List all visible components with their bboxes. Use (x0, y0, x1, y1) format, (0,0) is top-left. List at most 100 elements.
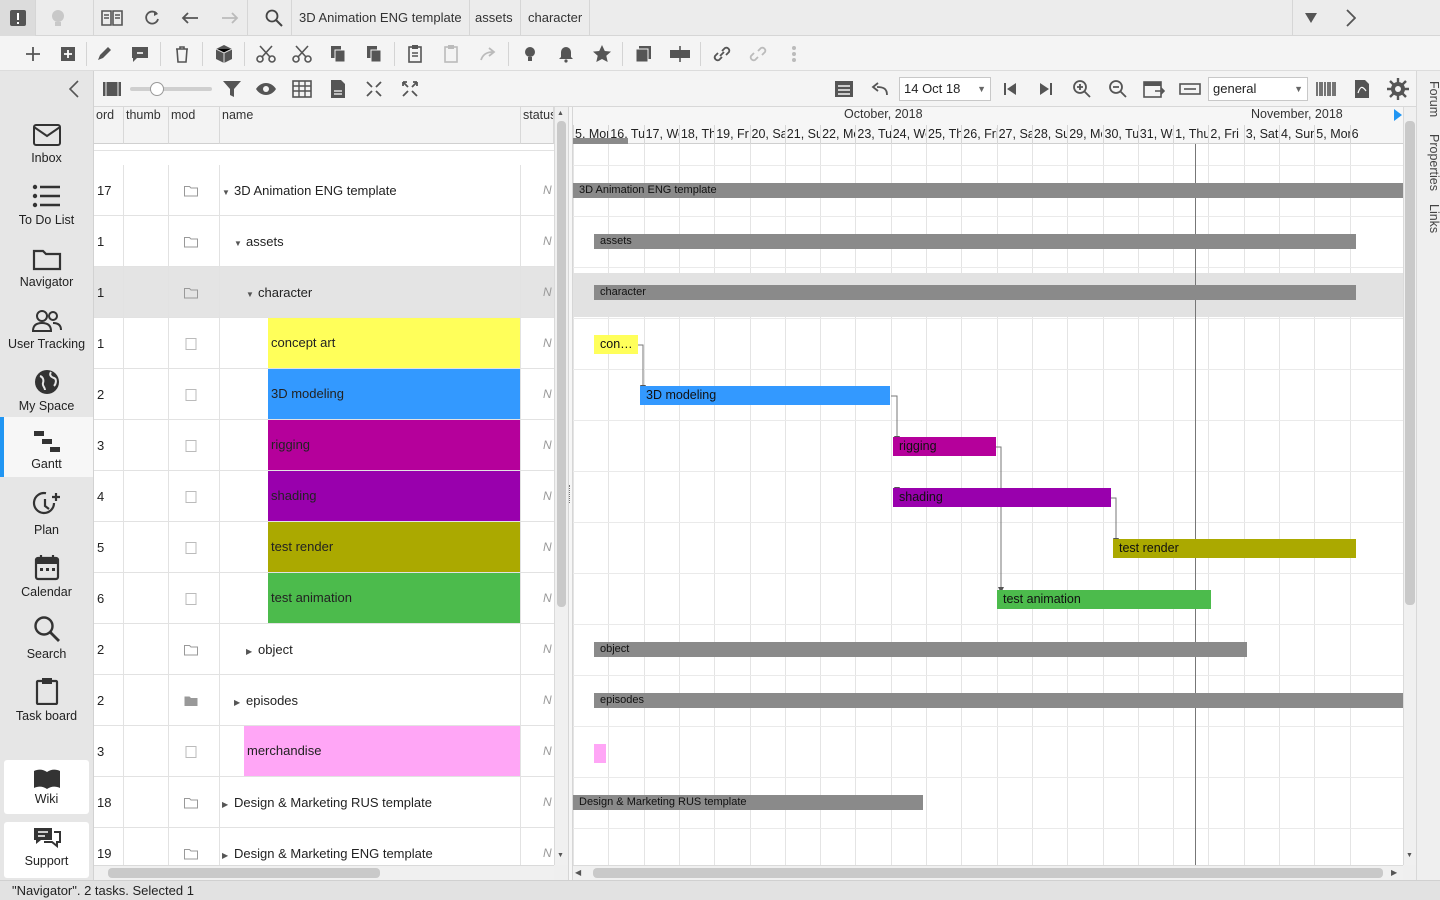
collapse-toggle-icon[interactable]: ▶ (234, 677, 240, 726)
table-row[interactable] (94, 144, 554, 151)
move-icon[interactable] (666, 40, 694, 68)
zoom-out-icon[interactable] (1104, 75, 1132, 103)
table-row[interactable]: 1 concept art N (94, 318, 554, 369)
grid-horizontal-scroll-thumb[interactable] (108, 868, 380, 878)
paste-link-icon[interactable] (438, 40, 466, 68)
gantt-summary-bar[interactable]: episodes (594, 693, 1403, 708)
gantt-summary-bar[interactable]: assets (594, 234, 1356, 249)
star-icon[interactable] (588, 40, 616, 68)
support-button[interactable]: Support (4, 822, 89, 878)
view-preset-select[interactable]: general ▼ (1208, 77, 1308, 101)
breadcrumb-item[interactable]: 3D Animation ENG template (292, 0, 470, 36)
collapse-toggle-icon[interactable]: ▶ (246, 626, 252, 675)
gantt-task-bar[interactable]: test render (1113, 539, 1356, 558)
gantt-vertical-scrollbar[interactable]: ▼ (1403, 107, 1416, 865)
table-row[interactable]: 2 ▶ episodes N (94, 675, 554, 726)
gantt-task-bar[interactable]: 3D modeling (640, 386, 890, 405)
scroll-right-icon[interactable]: ▶ (1391, 868, 1399, 878)
export-pdf-icon[interactable] (1348, 75, 1376, 103)
sidebar-item-to-do-list[interactable]: To Do List (0, 173, 93, 235)
collapse-toggle-icon[interactable]: ▶ (222, 830, 228, 865)
column-header-status[interactable]: status (521, 107, 554, 144)
gantt-task-bar[interactable]: shading (893, 488, 1111, 507)
table-row[interactable]: 17 ▼ 3D Animation ENG template N (94, 165, 554, 216)
sidebar-item-calendar[interactable]: Calendar (0, 545, 93, 607)
add-icon[interactable] (19, 40, 47, 68)
sidebar-item-my-space[interactable]: My Space (0, 359, 93, 421)
grid-vertical-scrollbar[interactable]: ▲ ▼ (554, 107, 568, 865)
gantt-task-bar[interactable] (594, 744, 606, 763)
copy-link-icon[interactable] (360, 40, 388, 68)
gantt-summary-bar[interactable]: object (594, 642, 1247, 657)
gantt-summary-bar[interactable]: Design & Marketing RUS template (573, 795, 923, 810)
zoom-slider-handle[interactable] (150, 82, 164, 96)
breadcrumb-item[interactable]: assets (468, 0, 521, 36)
gantt-task-bar[interactable]: rigging (893, 437, 996, 456)
history-dropdown-icon[interactable] (1292, 0, 1328, 36)
grid-horizontal-scrollbar[interactable] (94, 865, 554, 880)
summary-list-icon[interactable] (830, 75, 858, 103)
date-picker[interactable]: 14 Oct 18 ▼ (899, 77, 991, 101)
grid-icon[interactable] (288, 75, 316, 103)
table-row[interactable]: 19 ▶ Design & Marketing ENG template N (94, 828, 554, 865)
edit-icon[interactable] (90, 40, 118, 68)
copy-icon[interactable] (324, 40, 352, 68)
task-name[interactable]: Design & Marketing ENG template (234, 846, 433, 861)
eye-icon[interactable] (252, 75, 280, 103)
skip-forward-icon[interactable] (1032, 75, 1060, 103)
task-name[interactable]: character (258, 285, 312, 300)
export-xls-icon[interactable] (324, 75, 352, 103)
gantt-task-bar[interactable]: test animation (997, 590, 1211, 609)
paste-icon[interactable] (402, 40, 430, 68)
tab-links[interactable]: Links (1417, 201, 1440, 237)
scroll-left-icon[interactable]: ◀ (575, 868, 583, 878)
table-row[interactable]: 5 test render N (94, 522, 554, 573)
task-name[interactable]: assets (246, 234, 284, 249)
cut-icon[interactable] (252, 40, 280, 68)
task-name[interactable]: merchandise (244, 726, 520, 776)
expand-icon[interactable] (396, 75, 424, 103)
collapse-icon[interactable] (360, 75, 388, 103)
table-row[interactable]: 2 3D modeling N (94, 369, 554, 420)
collapse-toggle-icon[interactable]: ▶ (222, 779, 228, 828)
expand-toggle-icon[interactable]: ▼ (222, 167, 230, 216)
expand-toggle-icon[interactable]: ▼ (234, 218, 242, 267)
tab-forum[interactable]: Forum (1417, 77, 1440, 121)
trash-icon[interactable] (168, 40, 196, 68)
table-row[interactable]: 3 merchandise N (94, 726, 554, 777)
redo-icon[interactable] (474, 40, 502, 68)
wiki-button[interactable]: Wiki (4, 760, 89, 814)
cube-icon[interactable] (210, 40, 238, 68)
gantt-vertical-scroll-thumb[interactable] (1405, 121, 1415, 605)
add-subtask-icon[interactable] (54, 40, 82, 68)
task-name[interactable]: episodes (246, 693, 298, 708)
unlink-icon[interactable] (744, 40, 772, 68)
zoom-in-icon[interactable] (1068, 75, 1096, 103)
alert-icon[interactable] (0, 0, 36, 36)
sidebar-item-plan[interactable]: Plan (0, 483, 93, 545)
table-row[interactable]: 1 ▼ character N (94, 267, 554, 318)
settings-gear-icon[interactable] (1384, 75, 1412, 103)
gantt-summary-bar[interactable]: 3D Animation ENG template (573, 183, 1403, 198)
task-name[interactable]: concept art (268, 318, 520, 368)
search-icon[interactable] (256, 0, 292, 36)
back-arrow-icon[interactable] (172, 0, 208, 36)
table-row[interactable]: 4 shading N (94, 471, 554, 522)
task-name[interactable]: shading (268, 471, 520, 521)
alarm-icon[interactable] (552, 40, 580, 68)
calendar-goto-icon[interactable] (1140, 75, 1168, 103)
scroll-down-icon[interactable]: ▼ (1406, 852, 1415, 859)
barcode-icon[interactable] (1312, 75, 1340, 103)
gantt-horizontal-scrollbar[interactable]: ◀ ▶ (573, 865, 1403, 880)
column-header-ord[interactable]: ord (94, 107, 124, 144)
column-header-thumb[interactable]: thumb (124, 107, 169, 144)
sidebar-item-search[interactable]: Search (0, 607, 93, 669)
sidebar-item-task-board[interactable]: Task board (0, 669, 93, 731)
table-row[interactable]: 18 ▶ Design & Marketing RUS template N (94, 777, 554, 828)
task-name[interactable]: Design & Marketing RUS template (234, 795, 432, 810)
sidebar-item-gantt[interactable]: Gantt (0, 417, 93, 477)
idea-icon[interactable] (516, 40, 544, 68)
column-header-mod[interactable]: mod (169, 107, 220, 144)
chevron-right-icon[interactable] (1333, 0, 1369, 36)
zoom-slider[interactable] (130, 82, 212, 96)
